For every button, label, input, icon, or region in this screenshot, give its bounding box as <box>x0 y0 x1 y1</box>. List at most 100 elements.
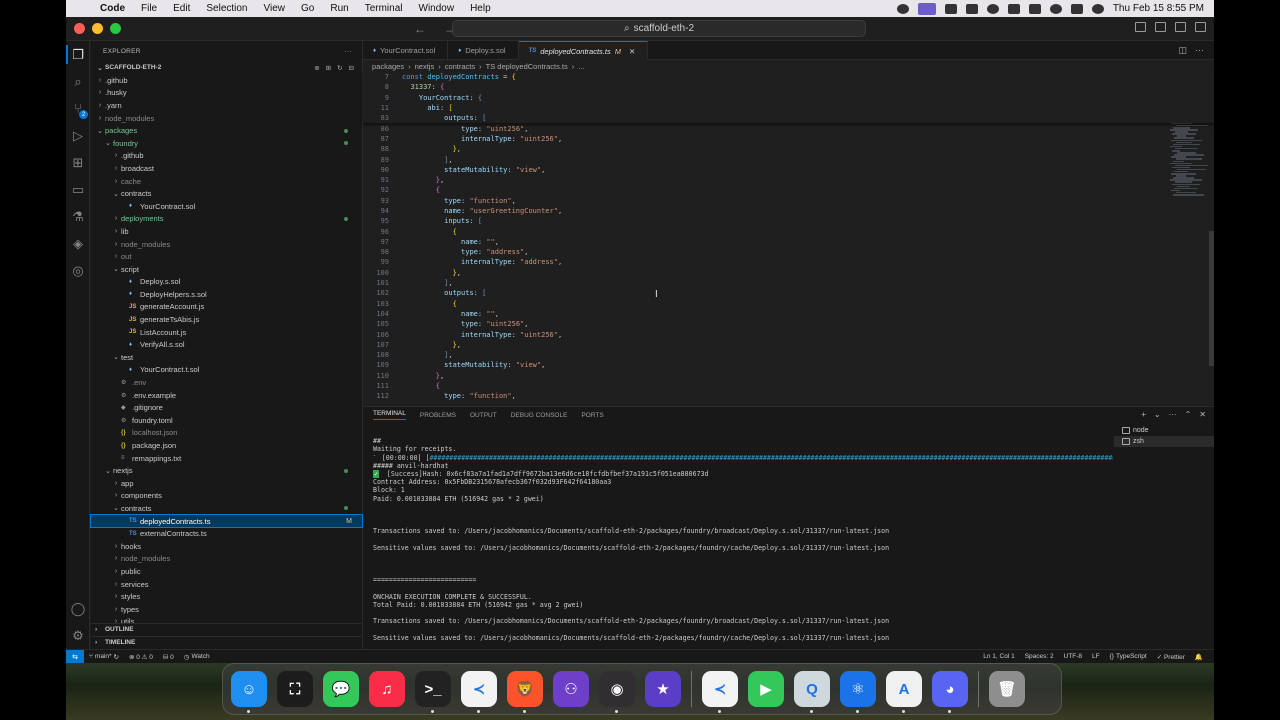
tree-file[interactable]: ♦ DeployHelpers.s.sol <box>91 288 362 301</box>
code-line[interactable]: 8 31337: { <box>363 82 1214 92</box>
music-icon[interactable]: ♫ <box>369 671 405 707</box>
customize-layout-icon[interactable] <box>1195 22 1206 32</box>
code-line[interactable]: 110 }, <box>363 371 1214 381</box>
tree-folder[interactable]: › cache <box>91 175 362 188</box>
extensions-icon[interactable]: ⊞ <box>66 149 90 176</box>
tree-folder[interactable]: › styles <box>91 590 362 603</box>
tree-folder[interactable]: › deployments <box>91 213 362 226</box>
more-panel-actions-icon[interactable]: ··· <box>1169 410 1177 419</box>
code-line[interactable]: 90 stateMutability: "view", <box>363 165 1214 175</box>
search-view-icon[interactable]: ⌕ <box>66 68 90 95</box>
accounts-icon[interactable]: ◯ <box>66 595 90 622</box>
siri-icon[interactable] <box>1091 3 1104 14</box>
refresh-icon[interactable]: ↻ <box>337 64 342 72</box>
tree-file[interactable]: ♦ YourContract.sol <box>91 200 362 213</box>
code-line[interactable]: 102 outputs: [ <box>363 288 1214 298</box>
command-center-search[interactable]: ⌕ scaffold-eth-2 <box>452 20 866 37</box>
new-folder-icon[interactable]: ⊞ <box>326 64 331 72</box>
minimize-window-button[interactable] <box>92 23 103 34</box>
screen-recording-icon[interactable] <box>917 2 936 15</box>
tree-file[interactable]: {} package.json <box>91 439 362 452</box>
tree-folder[interactable]: › public <box>91 565 362 578</box>
screenshot-icon[interactable]: ⛶ <box>277 671 313 707</box>
ports-status[interactable]: ⛁ 0 <box>158 653 179 661</box>
end-of-line[interactable]: LF <box>1087 653 1105 660</box>
timeline-section[interactable]: › TIMELINE <box>91 636 363 648</box>
brave-icon[interactable]: 🦁 <box>507 671 543 713</box>
xcode-instruments-icon[interactable]: ⚛ <box>840 671 876 713</box>
tree-file[interactable]: ⚙ .env.example <box>91 389 362 402</box>
run-debug-icon[interactable]: ▷ <box>66 122 90 149</box>
code-line[interactable]: 106 internalType: "uint256", <box>363 329 1214 339</box>
explorer-icon[interactable]: ❐ <box>66 41 90 68</box>
code-line[interactable]: 109 stateMutability: "view", <box>363 360 1214 370</box>
tree-file[interactable]: TS deployedContracts.ts M <box>90 513 363 529</box>
menu-file[interactable]: File <box>133 3 165 14</box>
problems-status[interactable]: ⊗ 0 ⚠ 0 <box>124 653 158 661</box>
menu-edit[interactable]: Edit <box>165 3 198 14</box>
code-line[interactable]: 98 type: "address", <box>363 247 1214 257</box>
close-window-button[interactable] <box>74 23 85 34</box>
tree-folder[interactable]: ⌄ test <box>91 351 362 364</box>
sticky-scroll-header[interactable]: 7 const deployedContracts = {8 31337: {9 … <box>363 72 1214 124</box>
toggle-primary-sidebar-icon[interactable] <box>1135 22 1146 32</box>
dropbox-icon[interactable] <box>944 3 957 14</box>
workspace-root[interactable]: ⌄ SCAFFOLD-ETH-2 ⊕ ⊞ ↻ ⊟ <box>91 61 362 74</box>
tree-folder[interactable]: ⌄ packages <box>91 124 362 137</box>
code-line[interactable]: 104 name: "", <box>363 309 1214 319</box>
outline-section[interactable]: › OUTLINE <box>91 623 363 635</box>
battery-icon[interactable] <box>1007 3 1020 14</box>
breadcrumb-item[interactable]: ... <box>578 62 584 71</box>
language-mode[interactable]: {} TypeScript <box>1105 653 1152 660</box>
trash-icon[interactable]: 🗑 <box>989 671 1025 707</box>
tree-file[interactable]: TS externalContracts.ts <box>91 527 362 540</box>
breadcrumb-item[interactable]: contracts <box>445 62 475 71</box>
remote-indicator-icon[interactable]: ⇆ <box>66 650 84 663</box>
finder-icon[interactable]: ☺ <box>231 671 267 713</box>
tree-folder[interactable]: › broadcast <box>91 162 362 175</box>
tree-folder[interactable]: › .github <box>91 74 362 87</box>
code-line[interactable]: 89 ], <box>363 154 1214 164</box>
code-line[interactable]: 111 { <box>363 381 1214 391</box>
source-control-icon[interactable]: ⑂ 2 <box>66 95 90 122</box>
zoom-window-button[interactable] <box>110 23 121 34</box>
code-view[interactable]: 7 const deployedContracts = {8 31337: {9 … <box>363 72 1214 402</box>
obs-icon[interactable]: ◉ <box>599 671 635 713</box>
focus-moon-icon[interactable] <box>986 3 999 14</box>
control-center-icon[interactable] <box>1070 3 1083 14</box>
tree-folder[interactable]: ⌄ contracts <box>91 502 362 515</box>
code-line[interactable]: 7 const deployedContracts = { <box>363 72 1214 82</box>
terminal-icon[interactable]: >_ <box>415 671 451 713</box>
tree-folder[interactable]: › types <box>91 603 362 616</box>
panel-tab-terminal[interactable]: TERMINAL <box>373 410 406 420</box>
tree-folder[interactable]: › node_modules <box>91 238 362 251</box>
code-line[interactable]: 108 ], <box>363 350 1214 360</box>
tree-folder[interactable]: › .github <box>91 150 362 163</box>
panel-tab-ports[interactable]: PORTS <box>581 412 603 419</box>
code-line[interactable]: 92 { <box>363 185 1214 195</box>
tree-folder[interactable]: ⌄ foundry <box>91 137 362 150</box>
new-terminal-icon[interactable]: + <box>1141 410 1146 419</box>
vscode-2-icon[interactable]: ≺ <box>702 671 738 713</box>
close-panel-icon[interactable]: ✕ <box>1199 410 1206 419</box>
tree-file[interactable]: ♦ YourContract.t.sol <box>91 364 362 377</box>
code-line[interactable]: 11 abi: [ <box>363 103 1214 113</box>
menu-selection[interactable]: Selection <box>198 3 255 14</box>
menu-help[interactable]: Help <box>462 3 499 14</box>
tree-folder[interactable]: › app <box>91 477 362 490</box>
terminal-instance[interactable]: node <box>1114 425 1214 436</box>
menu-window[interactable]: Window <box>411 3 463 14</box>
github-icon[interactable]: ◎ <box>66 257 90 284</box>
branch-status[interactable]: ⑂ main* ↻ <box>84 653 124 661</box>
menu-app-name[interactable]: Code <box>92 3 133 14</box>
tree-file[interactable]: JS generateTsAbis.js <box>91 313 362 326</box>
docker-icon[interactable]: ◈ <box>66 230 90 257</box>
bluetooth-icon[interactable] <box>965 3 978 14</box>
facetime-icon[interactable]: ▶ <box>748 671 784 707</box>
quicktime-icon[interactable]: Q <box>794 671 830 713</box>
cursor-position[interactable]: Ln 1, Col 1 <box>978 653 1019 660</box>
code-line[interactable]: 97 name: "", <box>363 237 1214 247</box>
discord-icon[interactable]: ◕ <box>932 671 968 713</box>
code-line[interactable]: 100 }, <box>363 268 1214 278</box>
code-line[interactable]: 9 YourContract: { <box>363 93 1214 103</box>
